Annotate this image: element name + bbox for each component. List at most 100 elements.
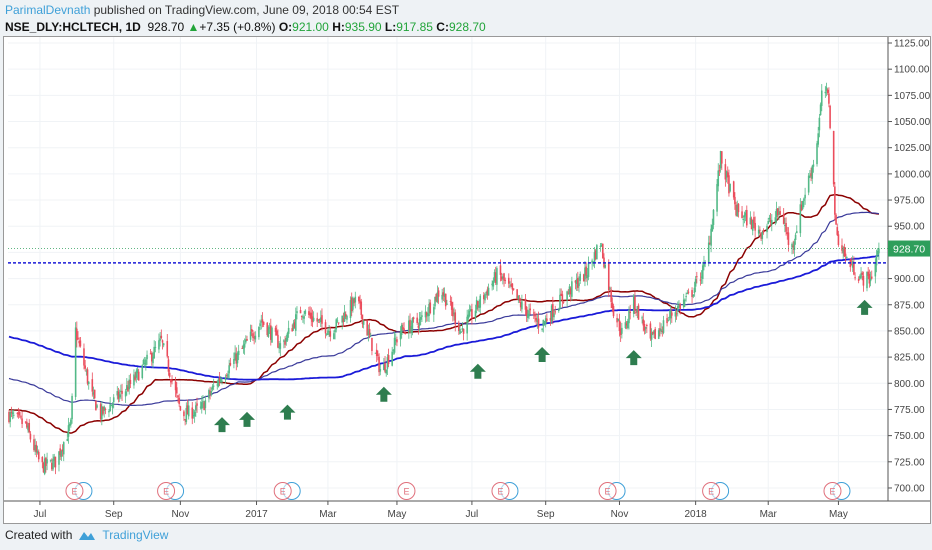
buy-arrow-icon — [239, 411, 255, 427]
candle-body — [807, 175, 810, 193]
candle-body — [417, 325, 420, 328]
candle — [787, 227, 790, 252]
candle-body — [321, 315, 323, 324]
candle-body — [153, 346, 155, 359]
candle — [83, 343, 85, 370]
price-tick-label: 850.00 — [894, 326, 925, 337]
candle-body — [18, 411, 21, 416]
candle — [825, 82, 828, 97]
candle — [761, 230, 764, 245]
high-value: 935.90 — [344, 20, 382, 34]
candle-body — [262, 321, 265, 325]
candle-body — [684, 299, 686, 301]
candle — [782, 208, 785, 225]
chart-panel[interactable]: 1125.00 1100.00 1075.00 1050.00 1025.00 1000.… — [3, 36, 931, 524]
earnings-marker[interactable]: E — [491, 482, 519, 500]
candle — [741, 205, 743, 219]
candle-body — [487, 287, 490, 296]
candle-body — [271, 327, 273, 343]
candle — [93, 389, 96, 400]
candle-body — [587, 263, 590, 278]
candle-body — [759, 229, 761, 231]
symbol-info: NSE_DLY:HCLTECH, 1D 928.70 ▲+7.35 (+0.8%… — [5, 20, 486, 34]
candle-body — [421, 315, 423, 317]
candle-body — [794, 234, 797, 240]
candle-body — [466, 316, 468, 334]
candle-body — [329, 331, 332, 337]
candle-body — [685, 296, 687, 298]
candle-body — [211, 386, 214, 390]
candle — [869, 271, 872, 287]
candle — [191, 402, 194, 425]
price-tick-label: 1050.00 — [894, 117, 930, 128]
price-tick-label: 950.00 — [894, 222, 925, 233]
earnings-marker[interactable]: E — [157, 482, 185, 500]
candle — [729, 183, 731, 193]
earnings-marker[interactable]: E — [702, 482, 730, 500]
candle-body — [21, 418, 23, 424]
candle-body — [762, 230, 765, 233]
price-chart[interactable]: 1125.00 1100.00 1075.00 1050.00 1025.00 1000.… — [4, 37, 931, 523]
earnings-marker[interactable]: E — [65, 482, 93, 500]
candle-body — [179, 406, 182, 411]
candle-body — [479, 295, 482, 308]
price-tick-label: 975.00 — [894, 196, 925, 207]
candle — [799, 198, 802, 237]
change-value: +7.35 (+0.8%) — [199, 20, 276, 34]
candle-body — [362, 320, 365, 325]
candle — [249, 324, 252, 343]
candle — [462, 328, 465, 341]
candle-body — [826, 89, 829, 93]
candle-body — [512, 288, 515, 290]
publish-info: ParimalDevnath published on TradingView.… — [5, 3, 399, 17]
buy-arrow-icon — [856, 299, 873, 315]
candle-body — [811, 166, 814, 179]
time-tick-label: Nov — [171, 509, 189, 520]
candle-body — [571, 281, 573, 297]
candle — [835, 213, 837, 226]
time-tick-label: Mar — [760, 509, 778, 520]
candle-body — [437, 290, 440, 297]
candle-body — [159, 338, 161, 341]
candle-body — [804, 194, 806, 199]
earnings-marker[interactable]: E — [823, 482, 851, 500]
candle-body — [87, 381, 90, 385]
candle-body — [187, 405, 190, 417]
earnings-marker[interactable]: E — [598, 482, 626, 500]
candle-body — [204, 400, 207, 409]
candle-body — [541, 328, 543, 330]
candle-body — [671, 312, 673, 316]
candle — [770, 214, 773, 232]
candle — [124, 388, 127, 403]
candle-body — [718, 170, 721, 172]
candle-body — [279, 343, 282, 349]
candle — [421, 310, 423, 323]
earnings-label: E — [605, 487, 611, 497]
candle — [521, 294, 523, 313]
candle-body — [787, 232, 790, 245]
candle-body — [829, 105, 831, 129]
candle — [162, 342, 165, 348]
earnings-marker[interactable]: E — [397, 482, 416, 500]
candle-body — [121, 390, 123, 394]
candle-body — [252, 333, 254, 338]
candle-body — [333, 333, 335, 340]
candle — [262, 321, 265, 328]
earnings-marker[interactable]: E — [273, 482, 301, 500]
author-link[interactable]: ParimalDevnath — [5, 3, 90, 17]
candle-body — [674, 312, 677, 317]
candle-body — [803, 198, 805, 201]
candle — [337, 322, 340, 326]
tradingview-link[interactable]: TradingView — [102, 528, 168, 542]
candle-body — [387, 355, 390, 364]
candle-body — [711, 224, 714, 232]
candle-body — [286, 332, 289, 341]
candle — [757, 225, 760, 237]
candle-body — [679, 303, 681, 310]
candle-body — [746, 209, 748, 226]
price-tick-label: 1100.00 — [894, 65, 930, 76]
price-tick-label: 725.00 — [894, 457, 925, 468]
candle — [141, 364, 144, 380]
candle-body — [774, 217, 777, 222]
candle-body — [86, 369, 89, 384]
